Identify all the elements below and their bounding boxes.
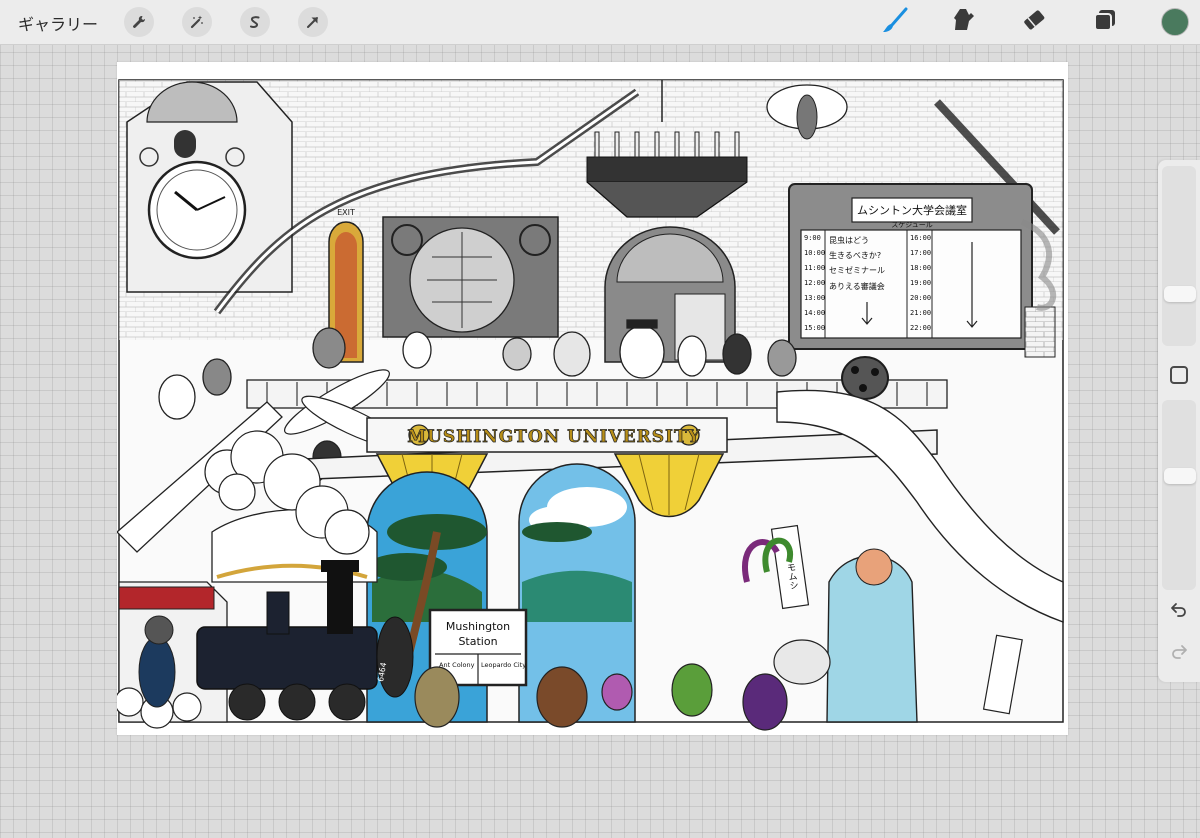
schedule-time: 20:00	[910, 294, 931, 302]
modify-button[interactable]	[1170, 366, 1188, 384]
clock-tower	[126, 81, 293, 293]
top-toolbar: ギャラリー	[0, 0, 1200, 45]
eraser-tool[interactable]	[1020, 7, 1050, 37]
brush-tool[interactable]	[880, 7, 910, 37]
schedule-time: 18:00	[910, 264, 931, 272]
brush-size-slider[interactable]	[1162, 166, 1196, 346]
brush-opacity-slider[interactable]	[1162, 400, 1196, 590]
layers-icon	[1091, 6, 1119, 38]
transform-icon	[305, 14, 321, 30]
schedule-time: 21:00	[910, 309, 931, 317]
schedule-time: 12:00	[804, 279, 825, 287]
schedule-time: 10:00	[804, 249, 825, 257]
schedule-time: 13:00	[804, 294, 825, 302]
schedule-title: ムシントン大学会議室	[857, 203, 967, 217]
redo-button[interactable]	[1167, 642, 1191, 666]
undo-button[interactable]	[1167, 600, 1191, 624]
station-sign-line1: Mushington	[446, 620, 510, 633]
schedule-time: 22:00	[910, 324, 931, 332]
schedule-time: 11:00	[804, 264, 825, 272]
wrench-icon	[131, 14, 147, 30]
schedule-item: セミゼミナール	[829, 265, 885, 275]
actions-button[interactable]	[124, 7, 154, 37]
brush-icon	[881, 6, 909, 38]
transform-button[interactable]	[298, 7, 328, 37]
layers-tool[interactable]	[1090, 7, 1120, 37]
schedule-item: ありえる審議会	[829, 281, 885, 291]
selection-icon	[247, 14, 263, 30]
university-banner-text: MUSHINGTON UNIVERSITY	[407, 427, 701, 447]
schedule-item: 生きるべきか?	[829, 250, 881, 260]
station-left-destination: Ant Colony	[439, 661, 475, 669]
schedule-time: 16:00	[910, 234, 931, 242]
schedule-time: 17:00	[910, 249, 931, 257]
schedule-time: 19:00	[910, 279, 931, 287]
schedule-time: 15:00	[804, 324, 825, 332]
adjustments-button[interactable]	[182, 7, 212, 37]
schedule-item: 昆虫はどう	[829, 235, 869, 245]
schedule-board: ムシントン大学会議室 スケジュール 9:00 10:00 11:00 12:00…	[788, 183, 1033, 350]
gallery-button[interactable]: ギャラリー	[18, 11, 98, 35]
redo-icon	[1170, 643, 1188, 665]
smudge-tool[interactable]	[949, 7, 979, 37]
color-picker-button[interactable]	[1161, 8, 1189, 36]
selection-button[interactable]	[240, 7, 270, 37]
waterfall-creature	[826, 548, 918, 723]
undo-icon	[1170, 601, 1188, 623]
magic-wand-icon	[189, 14, 205, 30]
schedule-time: 9:00	[804, 234, 821, 242]
schedule-subtitle: スケジュール	[891, 221, 933, 229]
artwork-illustration: EXIT ムシントン大学会議室 スケジュール 9:00 10:00 11:00 …	[117, 79, 1064, 731]
exit-sign-text: EXIT	[337, 208, 355, 217]
schedule-time: 14:00	[804, 309, 825, 317]
eraser-icon	[1021, 6, 1049, 38]
artwork-canvas[interactable]: EXIT ムシントン大学会議室 スケジュール 9:00 10:00 11:00 …	[117, 62, 1068, 735]
world-map-board	[382, 216, 559, 338]
brush-opacity-thumb[interactable]	[1164, 468, 1196, 485]
station-sign-line2: Station	[458, 635, 497, 648]
brush-sidebar	[1158, 160, 1200, 682]
station-right-destination: Leopardo City	[481, 661, 526, 669]
ladybug	[841, 356, 889, 400]
brush-size-thumb[interactable]	[1164, 286, 1196, 303]
smudge-icon	[950, 6, 978, 38]
